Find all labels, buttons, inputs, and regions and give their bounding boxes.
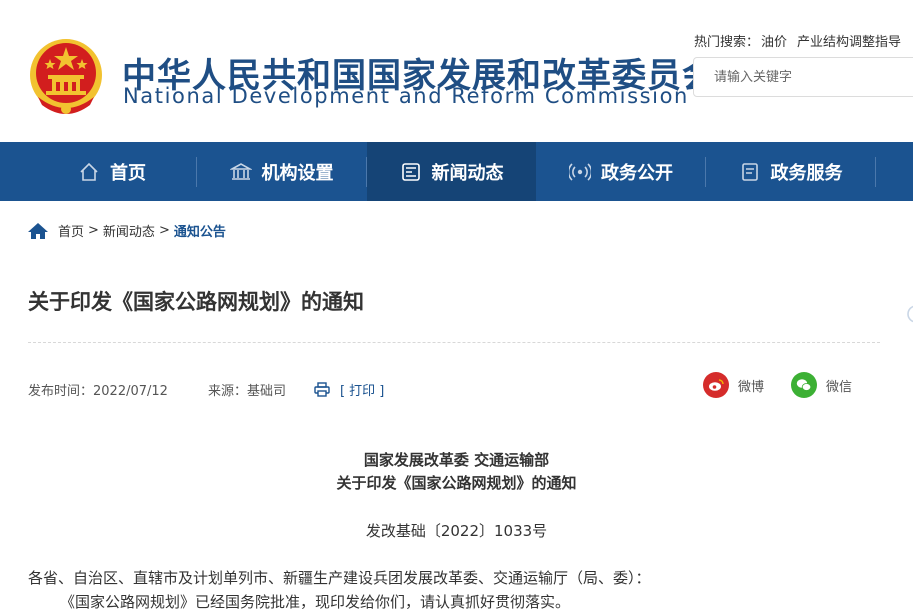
nav-divider	[875, 157, 876, 187]
printer-icon	[314, 382, 330, 397]
doc-heading-title: 关于印发《国家公路网规划》的通知	[336, 474, 577, 492]
print-button[interactable]: [ 打印 ]	[314, 380, 384, 399]
publish-time: 发布时间：2022/07/12	[28, 384, 168, 399]
nav-item-organization[interactable]: 机构设置	[197, 142, 366, 201]
site-header: 中华人民共和国国家发展和改革委员会 National Development a…	[0, 0, 913, 142]
wechat-icon	[791, 372, 817, 398]
broadcast-icon	[569, 162, 591, 181]
document-icon	[741, 162, 758, 181]
nav-item-label: 政务服务	[770, 162, 843, 184]
home-icon[interactable]	[28, 222, 48, 240]
breadcrumb: 首页 > 新闻动态 > 通知公告	[28, 221, 226, 240]
print-label: [ 打印 ]	[339, 384, 385, 399]
hot-search: 热门搜索： 油价 产业结构调整指导	[694, 31, 911, 50]
doc-number: 发改基础〔2022〕1033号	[365, 522, 548, 540]
article-title: 关于印发《国家公路网规划》的通知	[28, 290, 364, 314]
main-nav: 首页 机构设置 新闻动态 政务公开 政务服务	[0, 142, 913, 323]
search-box	[693, 57, 913, 97]
breadcrumb-current[interactable]: 通知公告	[174, 221, 226, 240]
breadcrumb-separator: >	[158, 223, 170, 238]
title-divider	[28, 342, 880, 343]
national-emblem-logo[interactable]	[28, 37, 104, 117]
hot-search-link[interactable]: 产业结构调整指导	[797, 35, 901, 50]
breadcrumb-news[interactable]: 新闻动态	[103, 221, 155, 240]
nav-item-label: 政务公开	[601, 162, 673, 184]
article-source: 来源：基础司	[207, 384, 286, 399]
nav-item-label: 机构设置	[261, 162, 334, 184]
nav-item-label: 首页	[110, 162, 146, 184]
breadcrumb-home[interactable]: 首页	[58, 221, 84, 240]
home-icon	[80, 162, 98, 181]
hot-search-link[interactable]: 油价	[761, 35, 787, 50]
weibo-icon	[703, 372, 729, 398]
nav-item-home[interactable]: 首页	[28, 142, 196, 201]
search-input[interactable]	[694, 58, 913, 96]
doc-heading-issuers: 国家发展改革委 交通运输部	[363, 451, 550, 469]
share-wechat-label: 微信	[826, 379, 853, 395]
doc-body-paragraph: 《国家公路网规划》已经国务院批准，现印发给你们，请认真抓好贯彻落实。	[60, 593, 571, 611]
building-icon	[229, 162, 252, 180]
news-icon	[401, 162, 420, 181]
share-weibo[interactable]: 微博	[703, 372, 764, 398]
nav-item-news[interactable]: 新闻动态	[367, 142, 536, 201]
nav-item-government-affairs[interactable]: 政务公开	[537, 142, 705, 201]
article-meta: 发布时间：2022/07/12 来源：基础司 [ 打印 ]	[28, 380, 384, 399]
doc-recipients: 各省、自治区、直辖市及计划单列市、新疆生产建设兵团发展改革委、交通运输厅（局、委…	[28, 569, 651, 587]
site-title-en[interactable]: National Development and Reform Commissi…	[123, 84, 689, 108]
partial-nav-icon	[907, 305, 913, 323]
share-weibo-label: 微博	[738, 379, 765, 395]
hot-search-label: 热门搜索：	[694, 35, 760, 50]
breadcrumb-separator: >	[88, 223, 99, 238]
nav-item-label: 新闻动态	[431, 162, 504, 184]
share-wechat[interactable]: 微信	[791, 372, 852, 398]
nav-item-government-services[interactable]: 政务服务	[706, 142, 875, 201]
